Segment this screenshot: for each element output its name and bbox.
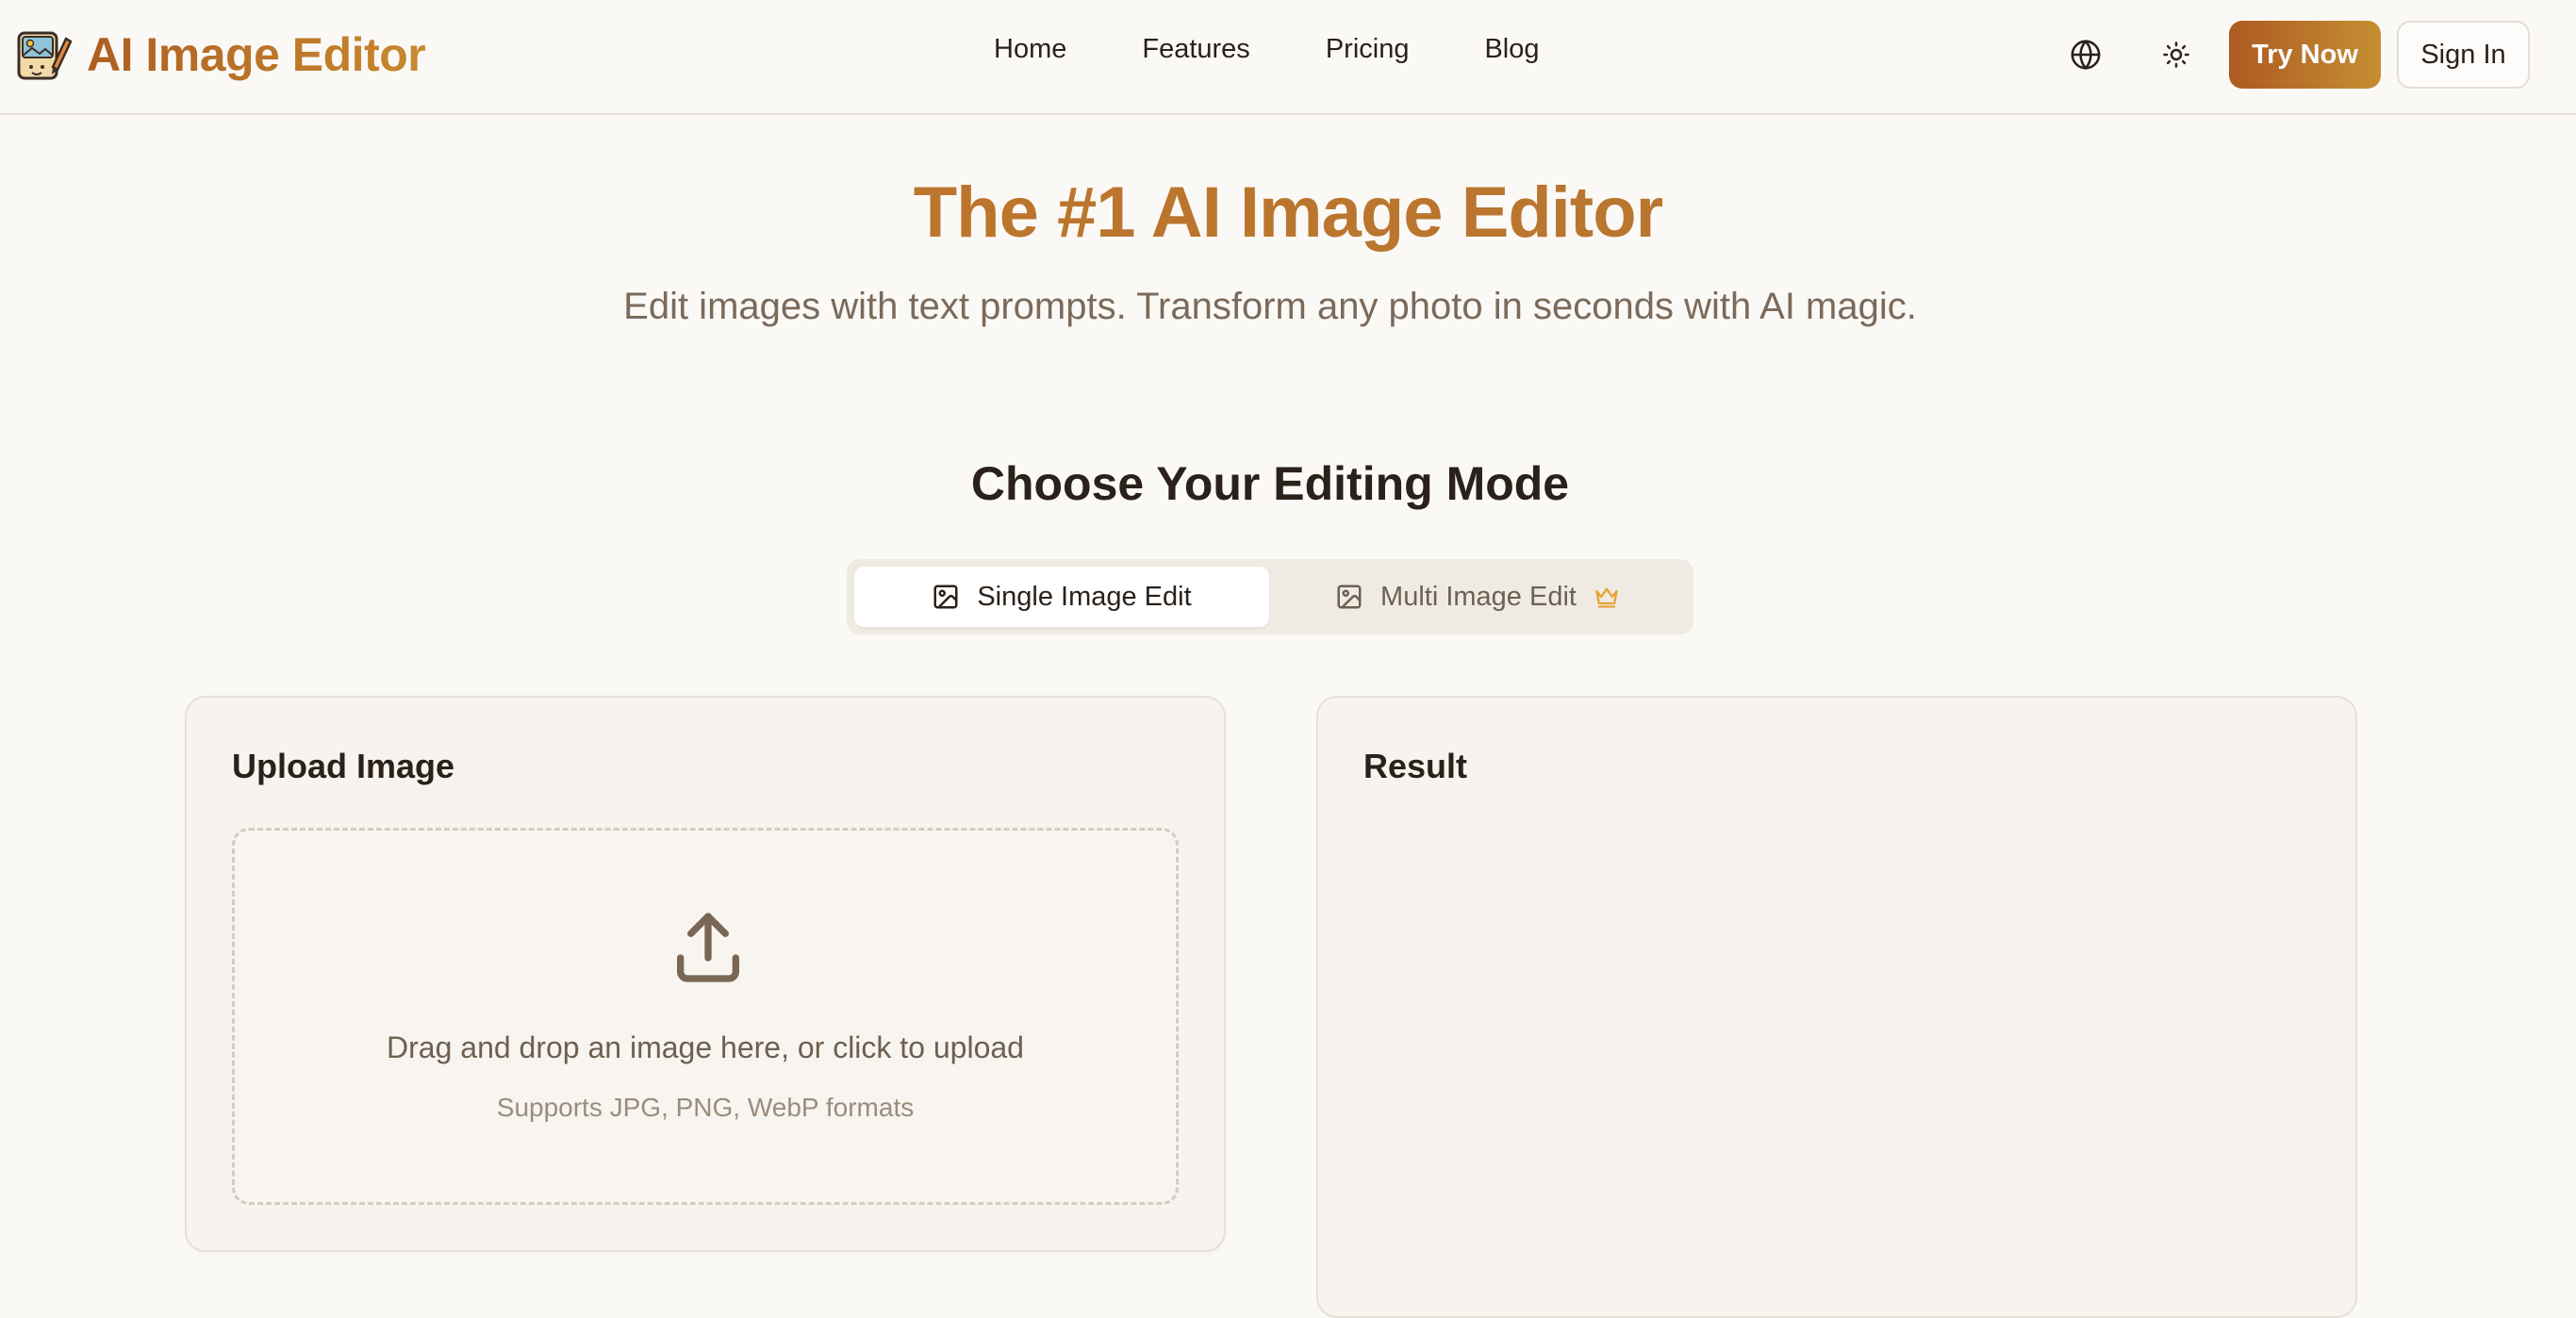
main-nav: Home Features Pricing Blog xyxy=(994,34,1540,65)
tab-label: Single Image Edit xyxy=(977,581,1192,612)
dropzone-formats: Supports JPG, PNG, WebP formats xyxy=(496,1093,915,1122)
sun-icon xyxy=(2163,41,2189,68)
brand-link[interactable]: AI Image Editor xyxy=(15,23,426,87)
brand-name: AI Image Editor xyxy=(87,28,426,81)
language-button[interactable] xyxy=(2063,32,2108,77)
nav-pricing-link[interactable]: Pricing xyxy=(1326,34,1410,65)
nav-home-link[interactable]: Home xyxy=(994,34,1066,65)
upload-icon xyxy=(677,913,739,982)
image-pencil-logo-icon xyxy=(17,31,72,80)
upload-panel: Upload Image Drag and drop an image here… xyxy=(185,696,1226,1252)
tab-multi-image-edit[interactable]: Multi Image Edit xyxy=(1269,567,1686,627)
result-panel: Result xyxy=(1316,696,2357,1318)
globe-icon xyxy=(2071,39,2101,71)
tab-label: Multi Image Edit xyxy=(1380,581,1577,612)
upload-panel-title: Upload Image xyxy=(232,747,455,785)
dropzone-instructions: Drag and drop an image here, or click to… xyxy=(387,1030,1024,1064)
tab-single-image-edit[interactable]: Single Image Edit xyxy=(854,567,1269,627)
result-panel-title: Result xyxy=(1363,747,1468,785)
nav-features-link[interactable]: Features xyxy=(1142,34,1249,65)
image-icon xyxy=(933,585,958,609)
site-header: AI Image Editor Home Features Pricing Bl… xyxy=(0,0,2576,115)
sign-in-button[interactable]: Sign In xyxy=(2397,21,2530,89)
page-subtitle: Edit images with text prompts. Transform… xyxy=(623,286,1917,327)
mode-toggle: Single Image Edit Multi Image Edit xyxy=(847,559,1693,634)
mode-section-title: Choose Your Editing Mode xyxy=(970,457,1570,510)
page-title: The #1 AI Image Editor xyxy=(0,172,2576,254)
crown-icon xyxy=(1595,587,1618,608)
nav-blog-link[interactable]: Blog xyxy=(1484,34,1539,65)
try-now-button[interactable]: Try Now xyxy=(2229,21,2381,89)
image-icon xyxy=(1337,585,1362,609)
theme-toggle-button[interactable] xyxy=(2154,32,2199,77)
upload-dropzone[interactable]: Drag and drop an image here, or click to… xyxy=(232,828,1179,1205)
